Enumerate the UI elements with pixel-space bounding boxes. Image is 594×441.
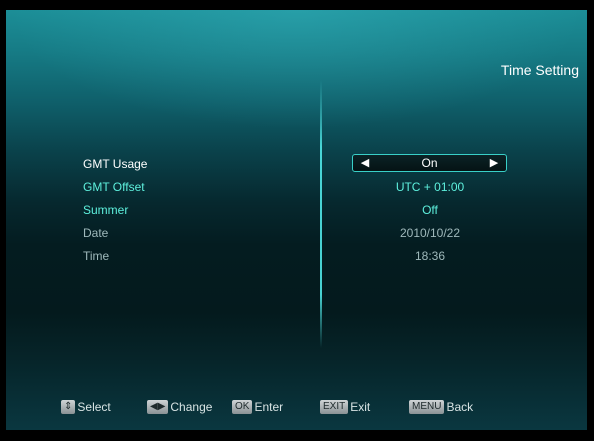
summer-value[interactable]: Off [352,203,508,217]
date-value: 2010/10/22 [399,226,461,240]
hint-exit: EXIT Exit [320,399,370,414]
gmt-usage-value: On [421,156,438,170]
left-right-key-icon: ◀▶ [147,399,169,414]
left-arrow-icon[interactable]: ◀ [359,156,371,170]
hint-enter: OK Enter [232,399,283,414]
summer-label[interactable]: Summer [83,203,128,217]
page-title: Time Setting [500,62,579,78]
hint-back: MENU Back [409,399,473,414]
menu-key-icon: MENU [409,399,445,414]
ok-key-icon: OK [232,399,253,414]
gmt-usage-selector[interactable]: ◀ On ▶ [352,154,507,172]
gmt-usage-label[interactable]: GMT Usage [83,157,147,171]
exit-key-icon: EXIT [320,399,349,414]
up-down-key-icon: ⇕ [61,399,76,414]
date-label: Date [83,226,109,240]
hint-change: ◀▶ Change [147,399,212,414]
hint-select: ⇕ Select [61,399,111,414]
gmt-offset-label[interactable]: GMT Offset [83,180,145,194]
right-arrow-icon[interactable]: ▶ [488,156,500,170]
time-label: Time [83,249,110,263]
gmt-offset-value[interactable]: UTC + 01:00 [352,180,508,194]
tv-menu-screen: Time Setting GMT Usage GMT Offset Summer… [6,10,587,430]
column-divider [320,80,322,348]
time-value: 18:36 [414,249,446,263]
